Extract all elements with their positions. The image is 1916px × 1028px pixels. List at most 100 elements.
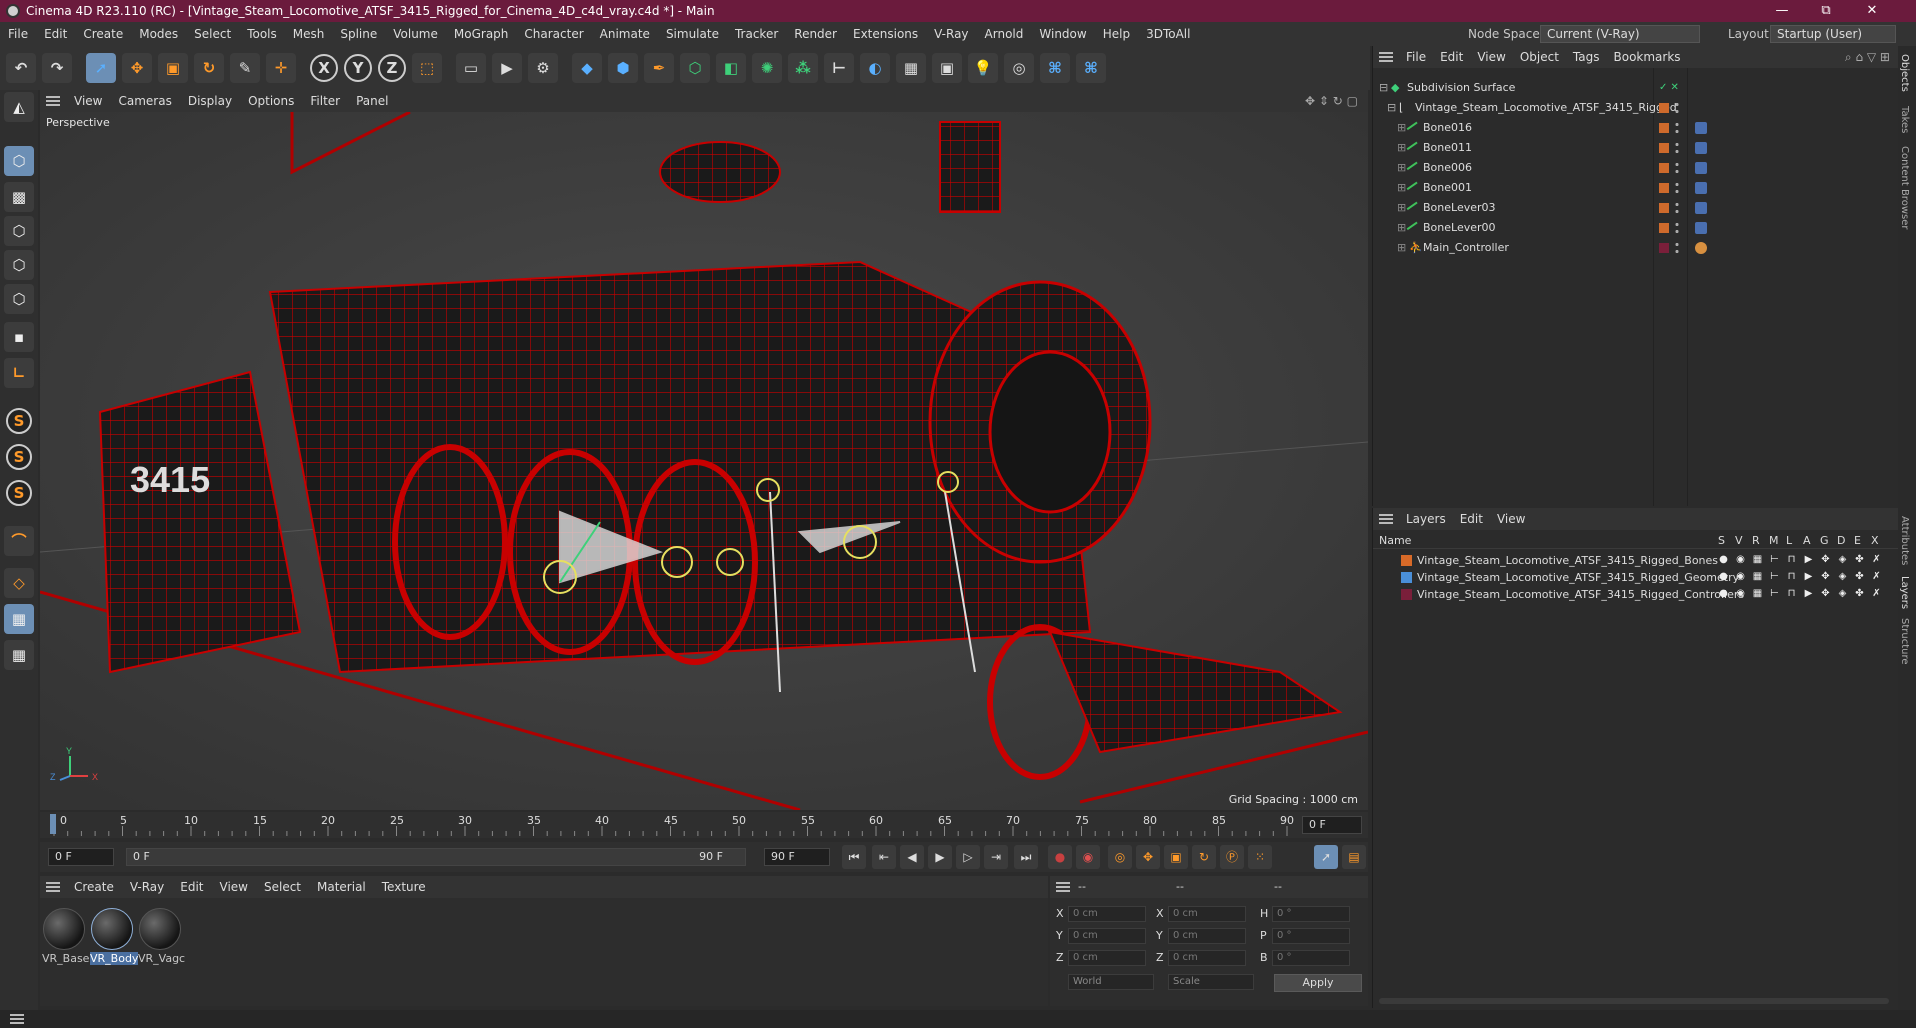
manager-icon[interactable]: ⊢ xyxy=(1769,554,1780,565)
object-row[interactable]: ⊟ ◆ Subdivision Surface ✓ ✕ xyxy=(1373,78,1899,98)
menu-tracker[interactable]: Tracker xyxy=(727,27,786,41)
viewport-menu-view[interactable]: View xyxy=(66,94,110,108)
tab-layers[interactable]: Layers xyxy=(1899,576,1910,609)
eye-icon[interactable]: ◉ xyxy=(1735,571,1746,582)
deformer-icon[interactable]: ◈ xyxy=(1837,571,1848,582)
go-to-start-icon[interactable]: ⏮ xyxy=(842,845,866,869)
layer-color-swatch[interactable] xyxy=(1401,589,1412,600)
expand-icon[interactable]: ⊞ xyxy=(1397,178,1406,198)
render-to-picture-viewer-icon[interactable]: ▶ xyxy=(492,53,522,83)
maximize-button[interactable]: ⧉ xyxy=(1804,0,1848,22)
viewport-menu-cameras[interactable]: Cameras xyxy=(110,94,179,108)
node-space-select[interactable]: Current (V-Ray) xyxy=(1540,25,1700,43)
motion-tracker-icon[interactable]: ➚ xyxy=(1314,845,1338,869)
object-row[interactable]: ⊞ Bone011 xyxy=(1373,138,1899,159)
cloner-icon[interactable]: ✺ xyxy=(752,53,782,83)
object-menu-edit[interactable]: Edit xyxy=(1433,50,1470,64)
recent-tools-icon[interactable]: ✎ xyxy=(230,53,260,83)
menu-simulate[interactable]: Simulate xyxy=(658,27,727,41)
size-x-field[interactable]: 0 cm xyxy=(1168,906,1246,922)
quantize-icon[interactable]: S xyxy=(6,480,32,506)
animation-icon[interactable]: ▶ xyxy=(1803,571,1814,582)
visibility-dots[interactable] xyxy=(1675,141,1679,155)
visibility-dots[interactable] xyxy=(1675,181,1679,195)
tab-content-browser[interactable]: Content Browser xyxy=(1899,146,1910,229)
expression-icon[interactable]: ✤ xyxy=(1854,588,1865,599)
object-row[interactable]: ⊟ ⌊ Vintage_Steam_Locomotive_ATSF_3415_R… xyxy=(1373,98,1899,118)
menu-help[interactable]: Help xyxy=(1095,27,1138,41)
viewport-nav-icons[interactable]: ✥ ⇕ ↻ ▢ xyxy=(1305,94,1358,108)
pos-z-field[interactable]: 0 cm xyxy=(1068,950,1146,966)
object-menu-view[interactable]: View xyxy=(1470,50,1512,64)
redo-icon[interactable]: ↷ xyxy=(42,53,72,83)
material-menu-edit[interactable]: Edit xyxy=(172,880,211,894)
menu-tools[interactable]: Tools xyxy=(239,27,285,41)
y-axis-lock-icon[interactable]: Y xyxy=(344,54,372,82)
python-script-icon[interactable]: ⌘ xyxy=(1040,53,1070,83)
mograph-icon[interactable]: ⁂ xyxy=(788,53,818,83)
expand-icon[interactable]: ⊞ xyxy=(1397,198,1406,218)
prev-key-icon[interactable]: ⇤ xyxy=(872,845,896,869)
render-settings-icon[interactable]: ⚙ xyxy=(528,53,558,83)
solo-icon[interactable]: ● xyxy=(1718,588,1729,599)
layer-menu-layers[interactable]: Layers xyxy=(1399,512,1453,526)
pos-x-field[interactable]: 0 cm xyxy=(1068,906,1146,922)
texture-mode-icon[interactable]: ▩ xyxy=(4,182,34,212)
rotate-icon[interactable]: ↻ xyxy=(194,53,224,83)
layer-menu-edit[interactable]: Edit xyxy=(1453,512,1490,526)
menu-3dtoall[interactable]: 3DToAll xyxy=(1138,27,1198,41)
make-editable-icon[interactable]: ◭ xyxy=(4,92,34,122)
points-mode-icon[interactable]: ⬡ xyxy=(4,216,34,246)
size-z-field[interactable]: 0 cm xyxy=(1168,950,1246,966)
record-icon[interactable]: ● xyxy=(1048,845,1072,869)
locked-workplane-icon[interactable]: ▦ xyxy=(4,640,34,670)
layer-row[interactable]: Vintage_Steam_Locomotive_ATSF_3415_Rigge… xyxy=(1373,586,1899,603)
model-mode-icon[interactable]: ⬡ xyxy=(4,146,34,176)
menu-select[interactable]: Select xyxy=(186,27,239,41)
workplane-icon[interactable]: ◇ xyxy=(4,568,34,598)
snap-settings-icon[interactable]: S xyxy=(6,444,32,470)
material-menu-create[interactable]: Create xyxy=(66,880,122,894)
eye-icon[interactable]: ◉ xyxy=(1735,588,1746,599)
weight-tag-icon[interactable] xyxy=(1695,182,1707,194)
current-frame-field[interactable]: 0 F xyxy=(1302,816,1362,834)
edges-mode-icon[interactable]: ⬡ xyxy=(4,250,34,280)
playhead[interactable] xyxy=(50,814,56,834)
menu-window[interactable]: Window xyxy=(1031,27,1094,41)
render-icon[interactable]: ▦ xyxy=(1752,588,1763,599)
object-row[interactable]: ⊞ ⛹ Main_Controller xyxy=(1373,238,1899,258)
expand-icon[interactable]: ⊞ xyxy=(1397,238,1406,258)
constraint-tag-icon[interactable] xyxy=(1695,242,1707,254)
vray-icon[interactable]: ◎ xyxy=(1004,53,1034,83)
deformer-icon[interactable]: ◈ xyxy=(1837,554,1848,565)
object-menu-file[interactable]: File xyxy=(1399,50,1433,64)
object-menu-icon[interactable] xyxy=(1379,52,1393,62)
generator-icon[interactable]: ✥ xyxy=(1820,588,1831,599)
object-row[interactable]: ⊞ Bone006 xyxy=(1373,158,1899,179)
layer-menu-icon[interactable] xyxy=(1379,514,1393,524)
layer-color-swatch[interactable] xyxy=(1401,555,1412,566)
axis-mode-icon[interactable]: ∟ xyxy=(4,358,34,388)
expression-icon[interactable]: ✤ xyxy=(1854,554,1865,565)
generator-icon[interactable]: ✥ xyxy=(1820,571,1831,582)
visibility-dots[interactable] xyxy=(1675,221,1679,235)
material-menu-select[interactable]: Select xyxy=(256,880,309,894)
object-row[interactable]: ⊞ BoneLever03 xyxy=(1373,198,1899,219)
solo-icon[interactable]: ● xyxy=(1718,571,1729,582)
expand-icon[interactable]: ⊞ xyxy=(1397,158,1406,178)
x-axis-lock-icon[interactable]: X xyxy=(310,54,338,82)
solo-icon[interactable]: ● xyxy=(1718,554,1729,565)
visibility-dots[interactable] xyxy=(1675,101,1679,115)
timeline-ruler[interactable]: 0 5 10 15 20 25 30 35 40 45 50 55 60 65 … xyxy=(40,812,1368,838)
undo-icon[interactable]: ↶ xyxy=(6,53,36,83)
material-swatch[interactable]: VR_Base xyxy=(42,908,89,968)
render-icon[interactable]: ▦ xyxy=(1752,554,1763,565)
end-frame-field[interactable]: 90 F xyxy=(764,848,830,866)
animation-icon[interactable]: ▶ xyxy=(1803,588,1814,599)
material-menu-icon[interactable] xyxy=(46,882,60,892)
menu-vray[interactable]: V-Ray xyxy=(926,27,976,41)
tab-attributes[interactable]: Attributes xyxy=(1899,516,1910,565)
next-key-icon[interactable]: ⇥ xyxy=(984,845,1008,869)
frame-range-slider[interactable]: 0 F 90 F xyxy=(126,848,746,866)
material-swatch[interactable]: VR_Vagc xyxy=(138,908,185,968)
